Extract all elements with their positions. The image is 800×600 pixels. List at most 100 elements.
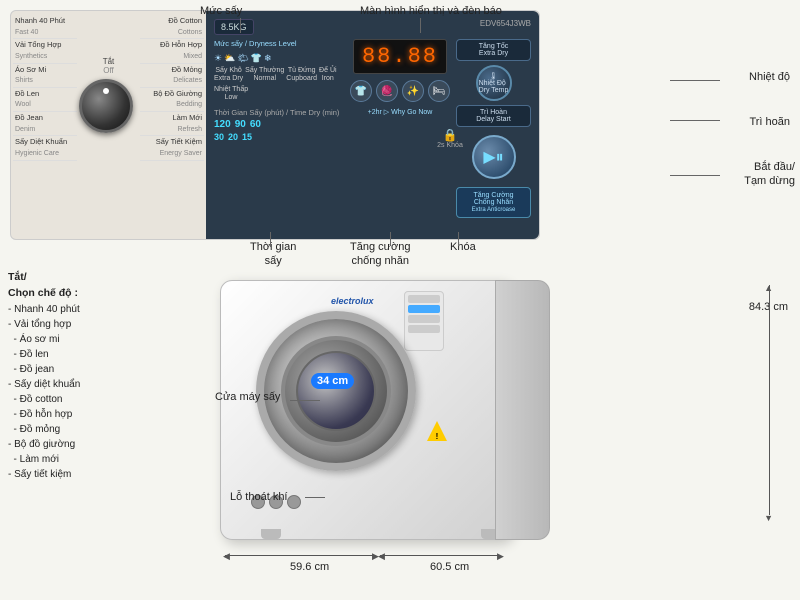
time-remaining-label: +2hr ▷ Why Go Now: [368, 108, 433, 116]
mode-item: - Bộ đồ giường: [8, 437, 188, 452]
time-60: 60: [250, 119, 261, 130]
dryer-icon-delicate[interactable]: ✨: [402, 80, 424, 102]
width-side-line: [380, 555, 500, 556]
dryness-icon-2: ⛅: [224, 53, 235, 64]
time-section: Thời Gian Sấy (phút) / Time Dry (min) 12…: [214, 108, 344, 142]
time-label: Thời Gian Sấy (phút) / Time Dry (min): [214, 108, 344, 117]
annotation-tang-cuong: Tăng cườngchống nhăn: [350, 240, 410, 269]
dryer-icon-bed[interactable]: 🛏: [428, 80, 450, 102]
annotation-bat-dau: Bắt đầu/Tạm dừng: [744, 160, 795, 189]
weight-badge: 8.5KG: [214, 19, 254, 35]
lock-label: 2s Khóa: [437, 142, 463, 149]
knob-off-label: TắtOff: [103, 57, 115, 75]
mode-item: - Nhanh 40 phút: [8, 302, 188, 317]
time-30: 30: [214, 132, 224, 142]
temperature-button[interactable]: 🌡 Nhiệt ĐộDry Temp: [476, 65, 512, 101]
mode-item: - Đồ cotton: [8, 392, 188, 407]
dryer-icon-shirt[interactable]: 👕: [350, 80, 372, 102]
panel-btn-1: [408, 295, 440, 303]
width-side-arrow-left: ◀: [378, 551, 385, 562]
dryness-icons-row: ☀ ⛅ 🌤 👕 ❄: [214, 53, 344, 64]
annotation-man-hinh: Màn hình hiển thị và đèn báo: [360, 4, 502, 18]
warning-sticker: !: [427, 421, 447, 441]
temp-icon: 🌡: [489, 72, 498, 80]
dryness-level-labels: Sấy KhôExtra Dry Sấy ThườngNormal Tủ Đứn…: [214, 67, 344, 103]
seven-segment-display: 88.88: [353, 39, 447, 74]
line-bat-dau: [670, 175, 720, 176]
time-20: 20: [228, 132, 238, 142]
foot-left: [261, 529, 281, 539]
tang-toc-button[interactable]: Tăng TốcExtra Dry: [456, 39, 531, 61]
line-thoi-gian-say: [270, 232, 271, 247]
program-item: Bộ Đồ GiườngBedding: [140, 88, 204, 112]
model-info: EDV654J3WB: [480, 19, 531, 28]
line-nhiet-do: [670, 80, 720, 81]
mode-item: - Sấy tiết kiệm: [8, 467, 188, 482]
time-values-top: 120 90 60: [214, 119, 344, 130]
program-item: Đồ JeanDenim: [13, 112, 77, 136]
dryness-normal: Sấy ThườngNormal: [245, 67, 284, 84]
line-man-hinh: [420, 18, 421, 33]
display-main: Mức sấy / Dryness Level ☀ ⛅ 🌤 👕 ❄ Sấy Kh…: [214, 39, 531, 231]
door-glass: [296, 351, 376, 431]
display-center-section: 88.88 👕 🧶 ✨ 🛏 +2hr ▷ Why Go Now 🔒 2s Khó…: [350, 39, 450, 231]
mode-item: - Đồ jean: [8, 362, 188, 377]
vent-hole-3: [287, 495, 301, 509]
line-khoa: [458, 232, 459, 246]
dryer-icon-wool[interactable]: 🧶: [376, 80, 398, 102]
annotation-thoi-gian-say: Thời giansấy: [250, 240, 296, 269]
dryness-iron: Để ỦiIron: [319, 67, 337, 84]
machine-feet: [261, 529, 501, 539]
dryer-icons-row: 👕 🧶 ✨ 🛏: [350, 80, 450, 102]
mode-item: - Đồ hỗn hợp: [8, 407, 188, 422]
dryness-cupboard: Tủ ĐứngCupboard: [286, 67, 317, 84]
dryness-icon-4: 👕: [251, 53, 262, 64]
dryness-low: Nhiệt ThấpLow: [214, 86, 248, 103]
width-front-dimension: 59.6 cm: [290, 560, 329, 574]
dryness-icon-1: ☀: [214, 53, 222, 64]
time-values-bottom: 30 20 15: [214, 132, 344, 142]
mode-description-block: Tắt/Chọn chế độ : - Nhanh 40 phút - Vải …: [8, 270, 188, 482]
time-15: 15: [242, 132, 252, 142]
program-item: Nhanh 40 PhútFast 40: [13, 15, 77, 39]
mode-description-title: Tắt/Chọn chế độ :: [8, 270, 188, 302]
door-diameter-label: 34 cm: [311, 373, 354, 389]
brand-logo: electrolux: [331, 296, 374, 306]
line-muc-say: [240, 18, 241, 33]
mode-item: - Áo sơ mi: [8, 332, 188, 347]
panel-btn-4: [408, 325, 440, 333]
program-item: Đồ Hỗn HợpMixed: [140, 39, 204, 63]
height-arrow-bottom: ▼: [764, 513, 773, 523]
knob-panel: Nhanh 40 PhútFast 40 Vải Tổng HợpSynthet…: [11, 11, 206, 239]
height-line: [769, 285, 770, 515]
line-tang-cuong: [390, 232, 391, 246]
program-item: Đồ CottonCottons: [140, 15, 204, 39]
dryness-icon-3: 🌤: [237, 53, 248, 64]
mode-item: - Vải tổng hợp: [8, 317, 188, 332]
display-left-section: Mức sấy / Dryness Level ☀ ⛅ 🌤 👕 ❄ Sấy Kh…: [214, 39, 344, 231]
lock-icon: 🔒: [443, 128, 458, 142]
annotation-muc-say: Mức sấy: [200, 4, 242, 18]
line-tri-hoan: [670, 120, 720, 121]
panel-btn-2: [408, 305, 440, 313]
annotation-tri-hoan: Trì hoãn: [749, 115, 790, 129]
mode-list: - Nhanh 40 phút - Vải tổng hợp - Áo sơ m…: [8, 302, 188, 482]
temp-label: Nhiệt ĐộDry Temp: [479, 80, 509, 94]
lock-control[interactable]: 🔒 2s Khóa: [437, 128, 463, 149]
dryness-icon-5: ❄: [264, 53, 272, 64]
dryness-extra-dry: Sấy KhôExtra Dry: [214, 67, 243, 84]
start-pause-button[interactable]: ▶⏸: [472, 135, 516, 179]
mode-item: - Làm mới: [8, 452, 188, 467]
program-knob[interactable]: [79, 79, 133, 133]
program-item: Sấy Tiết KiệmEnergy Saver: [140, 136, 204, 160]
line-lo-thoat-khi: [305, 497, 325, 498]
width-front-line: [225, 555, 375, 556]
display-right-section: Tăng TốcExtra Dry 🌡 Nhiệt ĐộDry Temp Trì…: [456, 39, 531, 231]
tri-hoan-button[interactable]: Trì HoànDelay Start: [456, 105, 531, 127]
program-item: Làm MớiRefresh: [140, 112, 204, 136]
mode-item: - Sấy diệt khuẩn: [8, 377, 188, 392]
antiwrinkle-button[interactable]: Tăng CườngChống NhănExtra Anticroase: [456, 187, 531, 218]
knob-indicator: [103, 88, 109, 94]
program-list-right: Đồ CottonCottons Đồ Hỗn HợpMixed Đồ Mỏng…: [140, 15, 204, 161]
width-front-arrow-left: ◀: [223, 551, 230, 562]
